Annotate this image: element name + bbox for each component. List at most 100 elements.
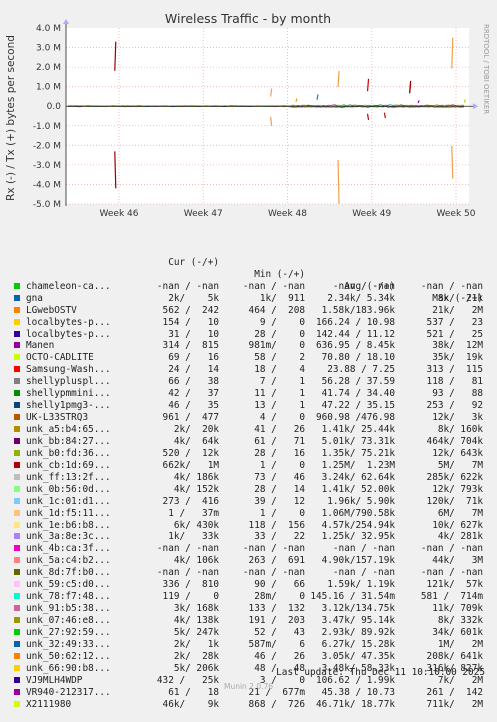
legend-cur: 4k/ 64k xyxy=(173,435,219,447)
legend-row: unk_1e:b6:b8... 6k/ 430k 118 / 156 4.57k/25… xyxy=(12,520,490,532)
legend-swatch xyxy=(14,354,20,361)
legend-row: unk_91:b5:38... 3k/ 168k 133 / 132 3.12k/13… xyxy=(12,603,490,615)
header-cur: Cur (-/+) xyxy=(168,256,219,268)
legend-min: 1k/ 911 xyxy=(259,292,305,304)
legend-swatch xyxy=(14,426,20,432)
legend-row: localbytes-p... 154 / 10 9 / 0 166.24 / 10.… xyxy=(12,317,490,329)
legend-max: 35k/ 19k xyxy=(432,352,483,364)
legend-swatch xyxy=(14,652,20,659)
legend-max: 537 / 23 xyxy=(426,316,483,328)
legend-max: -nan / -nan xyxy=(420,567,483,579)
legend-min: -nan / -nan xyxy=(242,567,305,579)
legend-swatch xyxy=(14,473,20,480)
legend-cur: 5k/ 206k xyxy=(173,662,219,674)
legend-avg: -nan / -nan xyxy=(332,280,395,292)
y-tick-label: 1.0 M xyxy=(36,83,61,93)
legend-cur: 2k/ 1k xyxy=(173,638,219,650)
legend-max: 11k/ 709k xyxy=(432,603,483,615)
legend-avg: 47.22 / 35.15 xyxy=(321,400,395,412)
legend-name: localbytes-p... xyxy=(26,316,111,328)
y-tick-label: -4.0 M xyxy=(33,180,61,190)
legend-max: 8k/ 160k xyxy=(437,424,483,435)
legend-swatch xyxy=(14,330,20,337)
legend-avg: 70.80 / 18.10 xyxy=(321,352,395,364)
legend-row: UK-L33STRQ3 961 / 477 4 / 0 960.98 /476.98 1… xyxy=(12,412,490,424)
legend-name: gna xyxy=(26,292,43,304)
legend-max: 38k/ 12M xyxy=(432,340,483,352)
legend-max: 1M/ 2M xyxy=(437,638,483,650)
legend-name: shellypmmini... xyxy=(26,388,111,400)
legend-swatch xyxy=(14,521,20,528)
legend-max: 118 / 81 xyxy=(426,376,483,388)
legend-max: 93 / 88 xyxy=(432,388,483,400)
legend-avg: -nan / -nan xyxy=(332,567,395,579)
legend-max: 5M/ 7M xyxy=(437,459,483,471)
legend-name: localbytes-p... xyxy=(26,328,111,340)
legend-min: 4 / 0 xyxy=(259,412,305,424)
legend-name: OCTO-CADLITE xyxy=(26,352,94,364)
legend-swatch xyxy=(14,581,20,588)
legend-swatch xyxy=(14,306,20,313)
legend-min: 868 / 726 xyxy=(248,698,305,710)
legend-row: unk_59:c5:d0... 336 / 810 90 / 66 1.59k/ 1.… xyxy=(12,579,490,591)
y-tick-label: -2.0 M xyxy=(33,141,61,151)
legend-min: 28 / 14 xyxy=(254,483,305,495)
legend-cur: -nan / -nan xyxy=(156,543,219,555)
legend-swatch xyxy=(14,485,20,492)
legend-row: unk_3a:8e:3c... 1k/ 33k 33 / 22 1.25k/ 32.9… xyxy=(12,531,490,543)
legend-cur: 520 / 12k xyxy=(162,447,219,459)
legend-name: LGwebOSTV xyxy=(26,304,77,316)
legend-name: unk_27:92:59... xyxy=(26,626,111,638)
legend-max: 8k/ 332k xyxy=(437,615,483,626)
legend-row: chameleon-ca... -nan / -nan -nan / -nan -na… xyxy=(12,281,490,293)
munin-version-text: Munin 2.0.76 xyxy=(223,682,274,691)
legend-cur: 3k/ 168k xyxy=(173,603,219,615)
legend-min: 28 / 0 xyxy=(254,328,305,340)
legend-avg: 46.71k/ 18.77k xyxy=(315,698,395,710)
legend-max: 8k/ 21k xyxy=(437,292,483,304)
legend-avg: 1.25k/ 32.95k xyxy=(321,531,395,543)
legend-swatch xyxy=(14,282,20,289)
legend-min: 263 / 691 xyxy=(248,555,305,567)
legend-cur: 1 / 37m xyxy=(168,507,219,519)
legend-swatch xyxy=(14,318,20,325)
legend-row: unk_32:49:33... 2k/ 1k 587m/ 6 6.27k/ 15.28… xyxy=(12,639,490,651)
legend-cur: 336 / 810 xyxy=(162,579,219,591)
legend-min: 73 / 46 xyxy=(254,471,305,483)
legend-swatch xyxy=(14,342,20,349)
legend-row: localbytes-p... 31 / 10 28 / 0 142.44 / 11.… xyxy=(12,329,490,341)
legend-avg: 960.98 /476.98 xyxy=(315,412,395,424)
y-tick-label: 4.0 M xyxy=(36,24,61,34)
legend-row: unk_1d:f5:11... 1 / 37m 1 / 0 1.06M/790.58k… xyxy=(12,508,490,520)
legend-swatch xyxy=(14,593,20,600)
legend-avg: 4.57k/254.94k xyxy=(321,519,395,531)
legend-row: unk_a5:b4:65... 2k/ 20k 41 / 26 1.41k/ 25.4… xyxy=(12,424,490,436)
legend-swatch xyxy=(14,402,20,409)
legend-avg: 41.74 / 34.40 xyxy=(321,388,395,400)
legend-avg: 1.58k/183.96k xyxy=(321,304,395,316)
plot-area xyxy=(66,28,469,204)
x-axis-arrow xyxy=(473,103,478,110)
y-axis-label: Rx (-) / Tx (+) bytes per second xyxy=(5,35,17,201)
legend-row: unk_4b:ca:3f... -nan / -nan -nan / -nan -na… xyxy=(12,543,490,555)
legend-swatch xyxy=(14,533,20,540)
legend-swatch xyxy=(14,461,20,468)
legend-row: unk_cb:1d:69... 662k/ 1M 1 / 0 1.25M/ 1.23M… xyxy=(12,460,490,472)
y-tick-label: 0.0 xyxy=(47,102,62,112)
legend-max: 711k/ 2M xyxy=(426,698,483,710)
legend-name: X2111980 xyxy=(26,698,72,710)
legend-name: Manen xyxy=(26,340,55,352)
rrdtool-side-label: RRDTOOL / TOBI OETIKER xyxy=(482,24,490,114)
legend-min: 18 / 4 xyxy=(254,364,305,376)
legend-min: 61 / 71 xyxy=(254,435,305,447)
legend-min: -nan / -nan xyxy=(242,543,305,555)
legend-max: 208k/ 641k xyxy=(426,650,483,662)
legend-swatch xyxy=(14,378,20,385)
legend-cur: 31 / 10 xyxy=(168,328,219,340)
legend-min: 52 / 43 xyxy=(254,626,305,638)
legend-row: unk_50:62:12... 2k/ 28k 46 / 26 3.05k/ 47.3… xyxy=(12,651,490,663)
legend-name: unk_91:b5:38... xyxy=(26,603,111,615)
legend-min: 28 / 16 xyxy=(254,447,305,459)
legend-max: 120k/ 71k xyxy=(426,495,483,507)
legend-min: 46 / 26 xyxy=(254,650,305,662)
